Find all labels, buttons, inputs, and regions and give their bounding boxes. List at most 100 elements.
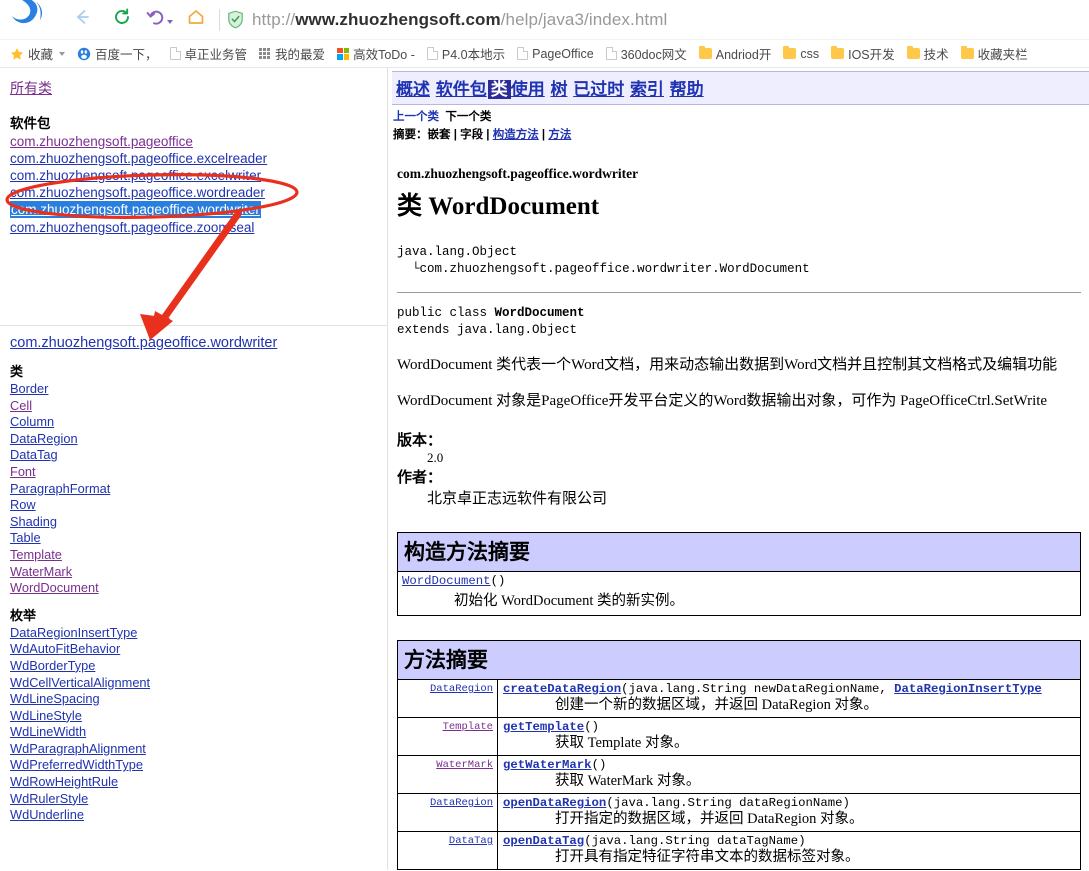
url-scheme: http:// <box>252 9 296 29</box>
method-param-type-link[interactable]: DataRegionInsertType <box>894 682 1042 696</box>
enum-link-wdlinestyle[interactable]: WdLineStyle <box>10 708 375 725</box>
url-bar[interactable]: http://www.zhuozhengsoft.com/help/java3/… <box>227 0 1089 40</box>
method-description: 获取 Template 对象。 <box>555 735 689 751</box>
bookmark-label: css <box>800 46 820 61</box>
bookmark-ios[interactable]: IOS开发 <box>831 40 895 67</box>
return-type-link[interactable]: DataTag <box>449 835 493 847</box>
nav-tree[interactable]: 树 <box>550 80 567 99</box>
current-package-link[interactable]: com.zhuozhengsoft.pageoffice.wordwriter <box>10 335 277 351</box>
method-link[interactable]: createDataRegion <box>503 682 621 696</box>
package-link-wordreader[interactable]: com.zhuozhengsoft.pageoffice.wordreader <box>10 184 375 201</box>
class-link-cell[interactable]: Cell <box>10 398 375 415</box>
bookmark-tech[interactable]: 技术 <box>906 40 949 67</box>
bookmark-label: 我的最爱 <box>275 48 326 62</box>
all-classes-link[interactable]: 所有类 <box>10 78 52 98</box>
reload-button[interactable] <box>102 0 142 40</box>
method-link[interactable]: getWaterMark <box>503 758 592 772</box>
summary-method-link[interactable]: 方法 <box>548 129 571 141</box>
class-link-datatag[interactable]: DataTag <box>10 447 375 464</box>
nav-package[interactable]: 软件包 <box>436 80 487 99</box>
package-link-excelreader[interactable]: com.zhuozhengsoft.pageoffice.excelreader <box>10 150 375 167</box>
method-return-type <box>397 869 498 870</box>
method-link[interactable]: openDataTag <box>503 834 584 848</box>
class-link-border[interactable]: Border <box>10 381 375 398</box>
enum-link-wdrowheightrule[interactable]: WdRowHeightRule <box>10 774 375 791</box>
nav-deprecated[interactable]: 已过时 <box>573 80 624 99</box>
summary-constructor-link[interactable]: 构造方法 <box>493 129 539 141</box>
bookmark-favorites[interactable]: 收藏 <box>10 40 66 67</box>
doc-summary-row: 摘要：嵌套 | 字段 | 构造方法 | 方法 <box>393 129 572 141</box>
nav-index[interactable]: 索引 <box>630 80 664 99</box>
class-link-font[interactable]: Font <box>10 464 375 481</box>
enum-link-wdpreferredwidthtype[interactable]: WdPreferredWidthType <box>10 757 375 774</box>
document-icon <box>605 47 617 60</box>
method-detail <box>497 869 1081 870</box>
folder-icon <box>906 46 920 59</box>
nav-class-current[interactable]: 类 <box>487 80 511 99</box>
decl-name: WordDocument <box>494 306 585 320</box>
class-link-shading[interactable]: Shading <box>10 514 375 531</box>
method-description: 打开具有指定特征字符串文本的数据标签对象。 <box>555 849 860 865</box>
constructor-description: 初始化 WordDocument 类的新实例。 <box>454 593 685 609</box>
bookmark-pageoffice[interactable]: PageOffice <box>517 40 594 67</box>
enum-link-wdbordertype[interactable]: WdBorderType <box>10 658 375 675</box>
package-link-wordwriter[interactable]: com.zhuozhengsoft.pageoffice.wordwriter <box>10 201 261 218</box>
return-type-link[interactable]: Template <box>443 721 493 733</box>
constructor-link[interactable]: WordDocument <box>402 574 491 588</box>
enum-link-wdlinewidth[interactable]: WdLineWidth <box>10 724 375 741</box>
bookmark-css[interactable]: css <box>783 40 820 67</box>
enum-link-wdlinespacing[interactable]: WdLineSpacing <box>10 691 375 708</box>
document-icon <box>426 47 438 60</box>
back-button[interactable] <box>62 0 102 40</box>
return-type-link[interactable]: DataRegion <box>430 797 493 809</box>
package-link-pageoffice[interactable]: com.zhuozhengsoft.pageoffice <box>10 133 375 150</box>
toolbar-divider <box>219 8 220 31</box>
page-title: 类 WordDocument <box>397 186 1081 222</box>
bookmark-baidu[interactable]: 百度一下， <box>77 40 158 67</box>
return-type-link[interactable]: WaterMark <box>436 759 493 771</box>
undo-button[interactable] <box>142 0 176 40</box>
enum-link-wdautofitbehavior[interactable]: WdAutoFitBehavior <box>10 641 375 658</box>
nav-overview[interactable]: 概述 <box>396 80 430 99</box>
enum-link-wdrulerstyle[interactable]: WdRulerStyle <box>10 791 375 808</box>
nav-help[interactable]: 帮助 <box>670 80 704 99</box>
method-link[interactable]: openDataRegion <box>503 796 606 810</box>
document-icon <box>169 47 181 60</box>
class-link-worddocument[interactable]: WordDocument <box>10 580 375 597</box>
bookmark-zhuozheng[interactable]: 卓正业务管 <box>169 40 247 67</box>
enum-link-wdcellverticalalignment[interactable]: WdCellVerticalAlignment <box>10 675 375 692</box>
enum-link-dataregioninserttype[interactable]: DataRegionInsertType <box>10 625 375 642</box>
bookmark-todo[interactable]: 高效ToDo - <box>337 40 415 67</box>
grid-icon <box>259 48 271 59</box>
method-description: 创建一个新的数据区域，并返回 DataRegion 对象。 <box>555 697 879 713</box>
sidebar: 所有类 软件包 com.zhuozhengsoft.pageoffice com… <box>0 68 388 870</box>
class-description-1: WordDocument 类代表一个Word文档，用来动态输出数据到Word文档… <box>397 357 1058 373</box>
enum-link-wdunderline[interactable]: WdUnderline <box>10 807 375 824</box>
enum-link-wdparagraphalignment[interactable]: WdParagraphAlignment <box>10 741 375 758</box>
class-link-column[interactable]: Column <box>10 414 375 431</box>
prev-class-link[interactable]: 上一个类 <box>393 111 439 123</box>
document-icon <box>517 47 529 60</box>
class-link-table[interactable]: Table <box>10 530 375 547</box>
bookmark-android[interactable]: Andriod开 <box>698 40 771 67</box>
package-link-zoomseal[interactable]: com.zhuozhengsoft.pageoffice.zoomseal <box>10 219 375 236</box>
package-link-excelwriter[interactable]: com.zhuozhengsoft.pageoffice.excelwriter <box>10 167 375 184</box>
nav-use[interactable]: 使用 <box>511 80 545 99</box>
return-type-link[interactable]: DataRegion <box>430 683 493 695</box>
class-link-template[interactable]: Template <box>10 547 375 564</box>
class-link-row[interactable]: Row <box>10 497 375 514</box>
bookmark-my-favorites[interactable]: 我的最爱 <box>259 40 326 67</box>
class-link-dataregion[interactable]: DataRegion <box>10 431 375 448</box>
bookmark-360doc[interactable]: 360doc网文 <box>605 40 687 67</box>
class-link-paragraphformat[interactable]: ParagraphFormat <box>10 481 375 498</box>
bookmark-favorites-bar[interactable]: 收藏夹栏 <box>960 40 1028 67</box>
home-button[interactable] <box>176 0 216 40</box>
bookmark-p40[interactable]: P4.0本地示 <box>426 40 505 67</box>
table-header-row: 方法摘要 <box>397 640 1081 680</box>
table-row: DataRegion openDataRegion(java.lang.Stri… <box>397 793 1081 832</box>
folder-icon <box>831 46 845 59</box>
doc-package-name: com.zhuozhengsoft.pageoffice.wordwriter <box>397 166 639 181</box>
class-link-watermark[interactable]: WaterMark <box>10 564 375 581</box>
table-row: WordDocument() 初始化 WordDocument 类的新实例。 <box>397 571 1081 616</box>
method-link[interactable]: getTemplate <box>503 720 584 734</box>
